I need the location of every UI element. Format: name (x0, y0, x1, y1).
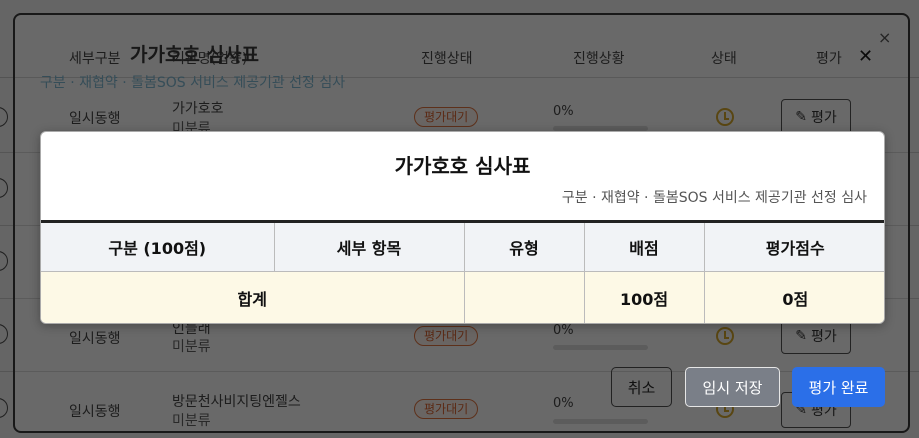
complete-evaluation-button[interactable]: 평가 완료 (792, 367, 885, 407)
score-sheet-modal: 가가호호 심사표 구분 · 재협약 · 돌봄SOS 서비스 제공기관 선정 심사… (40, 131, 885, 324)
total-allotted-points: 100점 (584, 271, 705, 323)
score-table: 구분 (100점) 세부 항목 유형 배점 평가점수 합계 100점 0점 (41, 220, 884, 323)
total-row: 합계 100점 0점 (41, 271, 884, 323)
column-header-detail-item: 세부 항목 (274, 220, 465, 272)
column-header-category: 구분 (100점) (41, 220, 275, 272)
total-type (464, 271, 585, 323)
modal-title: 가가호호 심사표 (394, 154, 531, 178)
total-label: 합계 (41, 271, 465, 323)
total-evaluation-score: 0점 (704, 271, 884, 323)
modal-subtitle: 구분 · 재협약 · 돌봄SOS 서비스 제공기관 선정 심사 (561, 190, 867, 206)
column-header-type: 유형 (464, 220, 585, 272)
cancel-button[interactable]: 취소 (611, 367, 672, 407)
temp-save-button[interactable]: 임시 저장 (685, 367, 780, 407)
column-header-allotted-points: 배점 (584, 220, 705, 272)
column-header-evaluation-score: 평가점수 (704, 220, 884, 272)
score-table-header-row: 구분 (100점) 세부 항목 유형 배점 평가점수 (41, 220, 884, 272)
